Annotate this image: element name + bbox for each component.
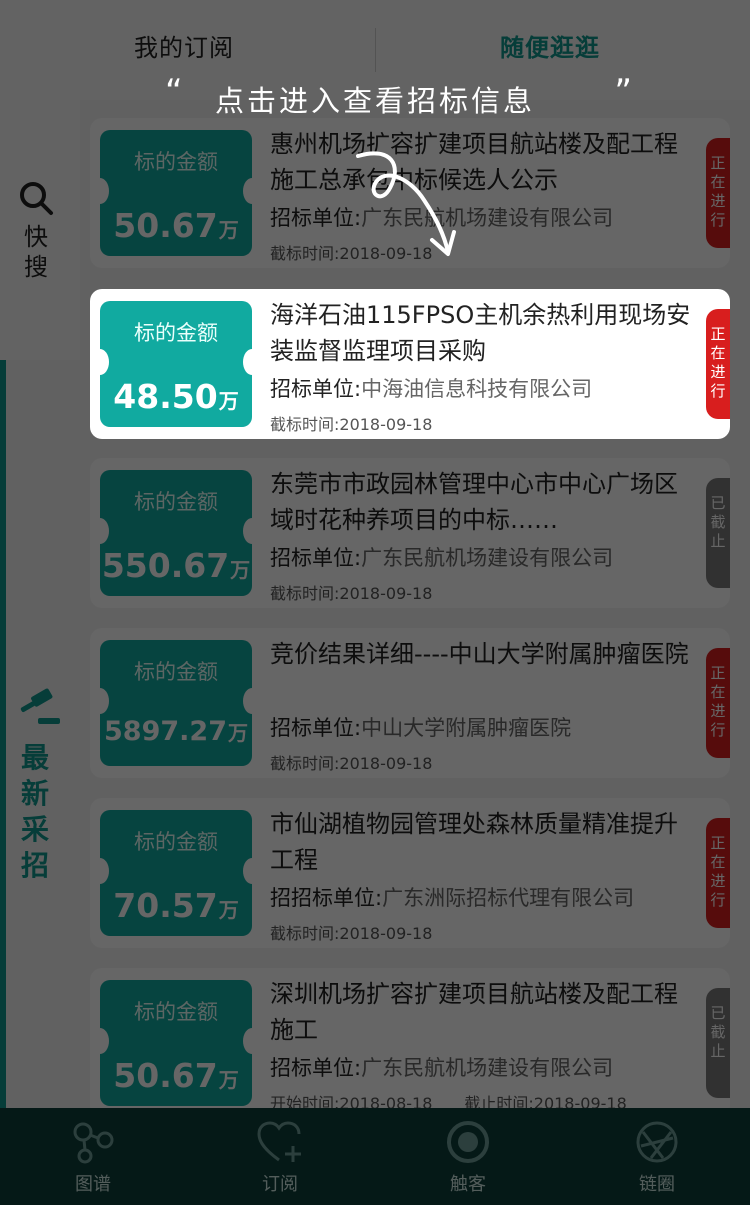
nav-item-subscribe[interactable]: 订阅: [220, 1118, 340, 1196]
tender-card-highlighted[interactable]: 标的金额 48.50万 海洋石油115FPSO主机余热利用现场安装监督监理项目采…: [90, 289, 730, 439]
tender-date: 截标时间:2018-09-18: [270, 754, 433, 773]
latest-procurement-label: 最新采招: [20, 741, 49, 882]
status-badge: 正在进行: [706, 818, 730, 928]
tender-date: 截标时间:2018-09-18: [270, 415, 433, 434]
tender-org: 招标单位:广东民航机场建设有限公司: [270, 546, 614, 570]
nav-label-chain: 链圈: [639, 1174, 675, 1195]
aperture-icon: [636, 1121, 678, 1163]
amount-ticket: 标的金额 550.67万: [100, 470, 252, 596]
quick-search-label: 快搜: [24, 223, 48, 281]
amount-value: 50.67万: [113, 206, 239, 245]
status-badge: 正在进行: [706, 309, 730, 419]
amount-label: 标的金额: [134, 1000, 218, 1024]
nav-item-chain[interactable]: 链圈: [597, 1118, 717, 1196]
nav-item-graph[interactable]: 图谱: [33, 1118, 153, 1196]
side-nav: 快搜 最新采招: [0, 100, 80, 1108]
amount-label: 标的金额: [134, 830, 218, 854]
tender-title: 竞价结果详细----中山大学附属肿瘤医院: [270, 640, 689, 668]
tender-org: 招标单位:广东民航机场建设有限公司: [270, 206, 614, 230]
amount-label: 标的金额: [134, 490, 218, 514]
tender-org: 招招标单位:广东洲际招标代理有限公司: [270, 886, 635, 910]
tender-date: 截标时间:2018-09-18: [270, 924, 433, 943]
tab-browse[interactable]: 随便逛逛: [500, 28, 600, 63]
tender-card[interactable]: 标的金额 70.57万 市仙湖植物园管理处森林质量精准提升工程 招招标单位:广东…: [90, 798, 730, 948]
tender-card[interactable]: 标的金额 50.67万 惠州机场扩容扩建项目航站楼及配工程施工总承包中标候选人公…: [90, 118, 730, 268]
tender-card[interactable]: 标的金额 5897.27万 竞价结果详细----中山大学附属肿瘤医院 招标单位:…: [90, 628, 730, 778]
side-quick-search[interactable]: 快搜: [14, 180, 58, 282]
side-latest-procurement[interactable]: 最新采招: [0, 360, 80, 1108]
tender-card[interactable]: 标的金额 550.67万 东莞市市政园林管理中心市中心广场区域时花种养项目的中标…: [90, 458, 730, 608]
highlighted-tender: 标的金额 48.50万 海洋石油115FPSO主机余热利用现场安装监督监理项目采…: [90, 289, 730, 439]
tender-title: 东莞市市政园林管理中心市中心广场区域时花种养项目的中标……: [270, 470, 678, 534]
search-icon: [20, 182, 53, 215]
tender-org: 招标单位:中山大学附属肿瘤医院: [270, 716, 572, 740]
tab-divider: [375, 28, 376, 72]
circle-icon: [447, 1121, 489, 1163]
status-badge: 已截止: [706, 988, 730, 1098]
top-tabs: 我的订阅 随便逛逛: [0, 0, 750, 100]
status-badge: 正在进行: [706, 138, 730, 248]
amount-value: 48.50万: [113, 377, 239, 416]
amount-ticket: 标的金额 70.57万: [100, 810, 252, 936]
tender-date: 截标时间:2018-09-18: [270, 244, 433, 263]
amount-ticket: 标的金额 50.67万: [100, 130, 252, 256]
gavel-icon: [20, 688, 60, 724]
tender-title: 深圳机场扩容扩建项目航站楼及配工程施工: [270, 980, 678, 1044]
graph-icon: [73, 1122, 114, 1164]
amount-label: 标的金额: [134, 660, 218, 684]
tender-org: 招标单位:广东民航机场建设有限公司: [270, 1056, 614, 1080]
tab-my-subscriptions[interactable]: 我的订阅: [134, 28, 234, 63]
amount-ticket: 标的金额 50.67万: [100, 980, 252, 1106]
status-badge: 正在进行: [706, 648, 730, 758]
amount-label: 标的金额: [134, 150, 218, 174]
amount-value: 5897.27万: [104, 716, 248, 747]
amount-value: 70.57万: [113, 886, 239, 925]
nav-item-contact[interactable]: 触客: [408, 1118, 528, 1196]
amount-label: 标的金额: [134, 321, 218, 345]
amount-ticket: 标的金额 48.50万: [100, 301, 252, 427]
amount-ticket: 标的金额 5897.27万: [100, 640, 252, 766]
tender-date: 截标时间:2018-09-18: [270, 584, 433, 603]
heart-plus-icon: [257, 1121, 301, 1162]
tender-title: 惠州机场扩容扩建项目航站楼及配工程施工总承包中标候选人公示: [270, 130, 678, 194]
amount-value: 50.67万: [113, 1056, 239, 1095]
nav-label-graph: 图谱: [75, 1174, 111, 1195]
tender-org: 招标单位:中海油信息科技有限公司: [270, 377, 593, 401]
tender-title: 市仙湖植物园管理处森林质量精准提升工程: [270, 810, 678, 874]
amount-value: 550.67万: [101, 546, 251, 585]
tender-title: 海洋石油115FPSO主机余热利用现场安装监督监理项目采购: [270, 301, 691, 365]
status-badge: 已截止: [706, 478, 730, 588]
bottom-nav: 图谱 订阅 触客 链圈: [0, 1108, 750, 1205]
nav-label-contact: 触客: [450, 1174, 486, 1195]
tender-card[interactable]: 标的金额 50.67万 深圳机场扩容扩建项目航站楼及配工程施工 招标单位:广东民…: [90, 968, 730, 1118]
nav-label-subscribe: 订阅: [262, 1174, 298, 1195]
